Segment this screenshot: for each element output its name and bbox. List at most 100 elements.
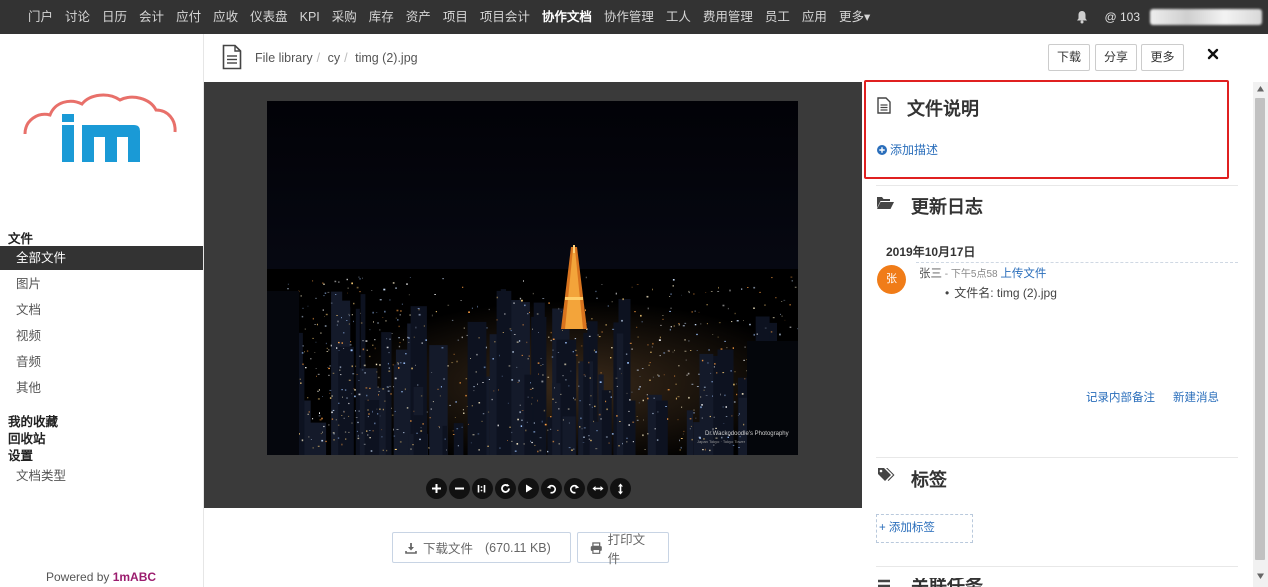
- rotate-right-icon: [569, 484, 580, 494]
- breadcrumb-current-file: timg (2).jpg: [355, 51, 418, 65]
- company-logo: [23, 93, 177, 162]
- rotate-left-icon: [546, 484, 557, 494]
- flip-vertical-icon: [618, 483, 623, 494]
- log-entry: 张三 - 下午5点58 上传文件: [919, 265, 1046, 281]
- log-detail-text: 文件名: timg (2).jpg: [954, 286, 1057, 300]
- print-file-button[interactable]: 打印文件: [577, 532, 669, 566]
- minus-icon: [455, 487, 464, 490]
- sidebar-item-settings[interactable]: 设置: [8, 445, 33, 464]
- log-detail: • 文件名: timg (2).jpg: [945, 284, 1057, 301]
- top-navbar: 门户 讨论 日历 会计 应付 应收 仪表盘 KPI 采购 库存 资产 项目 项目会计 协作文档 协作管理 工人…: [0, 0, 1268, 34]
- update-log-title: 更新日志: [911, 197, 983, 217]
- more-button[interactable]: 更多: [1141, 44, 1184, 71]
- nav-item-6[interactable]: 仪表盘: [244, 0, 294, 34]
- sidebar-item-5[interactable]: 其他: [0, 376, 203, 400]
- tags-title: 标签: [911, 470, 947, 490]
- nav-item-11[interactable]: 项目: [437, 0, 474, 34]
- rotate-right-button[interactable]: [564, 478, 585, 499]
- log-user[interactable]: 张三: [919, 268, 942, 280]
- nav-right: @ 103: [1076, 0, 1268, 34]
- flip-vertical-button[interactable]: [610, 478, 631, 499]
- photo-watermark-sub: Japan Tokyo · Tokyo Tower: [697, 439, 746, 444]
- log-action: 上传文件: [1000, 268, 1047, 280]
- file-actions: 下载文件 (670.11 KB) 打印文件: [392, 532, 669, 566]
- flip-horizontal-icon: [592, 486, 603, 491]
- add-tag-button[interactable]: + 添加标签: [876, 514, 973, 543]
- scroll-down-arrow-icon[interactable]: [1256, 572, 1265, 580]
- bell-icon[interactable]: [1076, 10, 1088, 24]
- log-date: 2019年10月17日: [886, 245, 976, 259]
- panel-scrollbar[interactable]: [1253, 82, 1268, 587]
- photo-watermark: Dr.Wackodoodle's Photography: [705, 431, 789, 437]
- print-icon: [590, 541, 602, 554]
- nav-item-16[interactable]: 费用管理: [697, 0, 759, 34]
- nav-item-17[interactable]: 员工: [759, 0, 796, 34]
- sidebar: 文件 全部文件 图片 文档 视频 音频 其他 我的收藏 回收站 设置 文档类型 Power…: [0, 34, 204, 587]
- zoom-in-button[interactable]: [426, 478, 447, 499]
- viewer-toolbar: [426, 478, 631, 500]
- nav-item-4[interactable]: 应付: [170, 0, 207, 34]
- nav-item-19[interactable]: 更多▾: [833, 0, 876, 34]
- powered-brand-link[interactable]: 1mABC: [113, 570, 156, 584]
- image-viewer: Dr.Wackodoodle's Photography Japan Tokyo…: [204, 82, 862, 508]
- nav-item-15[interactable]: 工人: [660, 0, 697, 34]
- divider: [876, 566, 1238, 567]
- tasks-icon: [878, 579, 890, 587]
- sidebar-item-4[interactable]: 音频: [0, 350, 203, 374]
- document-icon: [222, 44, 242, 70]
- mention-count[interactable]: @ 103: [1104, 10, 1140, 24]
- print-file-label: 打印文件: [607, 532, 646, 566]
- play-icon: [526, 484, 533, 493]
- nav-item-18[interactable]: 应用: [796, 0, 833, 34]
- bullet-icon: •: [945, 286, 950, 300]
- reset-button[interactable]: [495, 478, 516, 499]
- folder-open-icon: [877, 197, 894, 209]
- nav-menu: 门户 讨论 日历 会计 应付 应收 仪表盘 KPI 采购 库存 资产 项目 项目会计 协作文档 协作管理 工人…: [0, 0, 876, 34]
- powered-prefix: Powered by: [46, 570, 113, 584]
- zoom-out-button[interactable]: [449, 478, 470, 499]
- nav-item-8[interactable]: 采购: [326, 0, 363, 34]
- share-button[interactable]: 分享: [1095, 44, 1137, 71]
- download-button[interactable]: 下载: [1048, 44, 1090, 71]
- nav-item-2[interactable]: 日历: [96, 0, 133, 34]
- scroll-up-arrow-icon[interactable]: [1256, 85, 1265, 93]
- breadcrumb: File library / cy / timg (2).jpg: [255, 51, 418, 65]
- nav-item-13[interactable]: 协作文档: [536, 0, 598, 34]
- download-file-label: 下载文件: [423, 542, 474, 556]
- nav-item-14[interactable]: 协作管理: [598, 0, 660, 34]
- rotate-left-button[interactable]: [541, 478, 562, 499]
- divider: [876, 457, 1238, 458]
- internal-note-link[interactable]: 记录内部备注: [1086, 389, 1155, 405]
- content-header: File library / cy / timg (2).jpg 下载 分享 更多: [204, 34, 1268, 82]
- breadcrumb-file-library[interactable]: File library: [255, 51, 313, 65]
- highlight-box: [864, 80, 1229, 179]
- sidebar-item-3[interactable]: 视频: [0, 324, 203, 348]
- nav-item-1[interactable]: 讨论: [59, 0, 96, 34]
- scroll-thumb[interactable]: [1255, 98, 1265, 560]
- breadcrumb-folder[interactable]: cy: [328, 51, 341, 65]
- actual-size-button[interactable]: [472, 478, 493, 499]
- user-account-blurred[interactable]: [1150, 9, 1262, 25]
- close-icon[interactable]: [1207, 48, 1219, 60]
- preview-image-tokyo-night[interactable]: Dr.Wackodoodle's Photography Japan Tokyo…: [267, 101, 798, 455]
- download-file-button[interactable]: 下载文件 (670.11 KB): [392, 532, 571, 563]
- play-slideshow-button[interactable]: [518, 478, 539, 499]
- sidebar-item-1[interactable]: 图片: [0, 272, 203, 296]
- nav-item-9[interactable]: 库存: [363, 0, 400, 34]
- sidebar-item-0[interactable]: 全部文件: [0, 246, 203, 270]
- sidebar-item-2[interactable]: 文档: [0, 298, 203, 322]
- related-tasks-header: 关联任务: [876, 578, 983, 587]
- powered-by: Powered by 1mABC: [46, 570, 156, 584]
- nav-item-5[interactable]: 应收: [207, 0, 244, 34]
- nav-item-12[interactable]: 项目会计: [474, 0, 536, 34]
- nav-item-10[interactable]: 资产: [400, 0, 437, 34]
- nav-item-7[interactable]: KPI: [294, 0, 326, 34]
- download-icon: [405, 542, 417, 554]
- flip-horizontal-button[interactable]: [587, 478, 608, 499]
- sidebar-section-files: 文件: [8, 232, 34, 246]
- sidebar-item-doc-types[interactable]: 文档类型: [0, 464, 203, 488]
- nav-item-0[interactable]: 门户: [22, 0, 59, 34]
- new-message-link[interactable]: 新建消息: [1173, 389, 1219, 405]
- nav-item-3[interactable]: 会计: [133, 0, 170, 34]
- one-to-one-icon: [477, 485, 486, 493]
